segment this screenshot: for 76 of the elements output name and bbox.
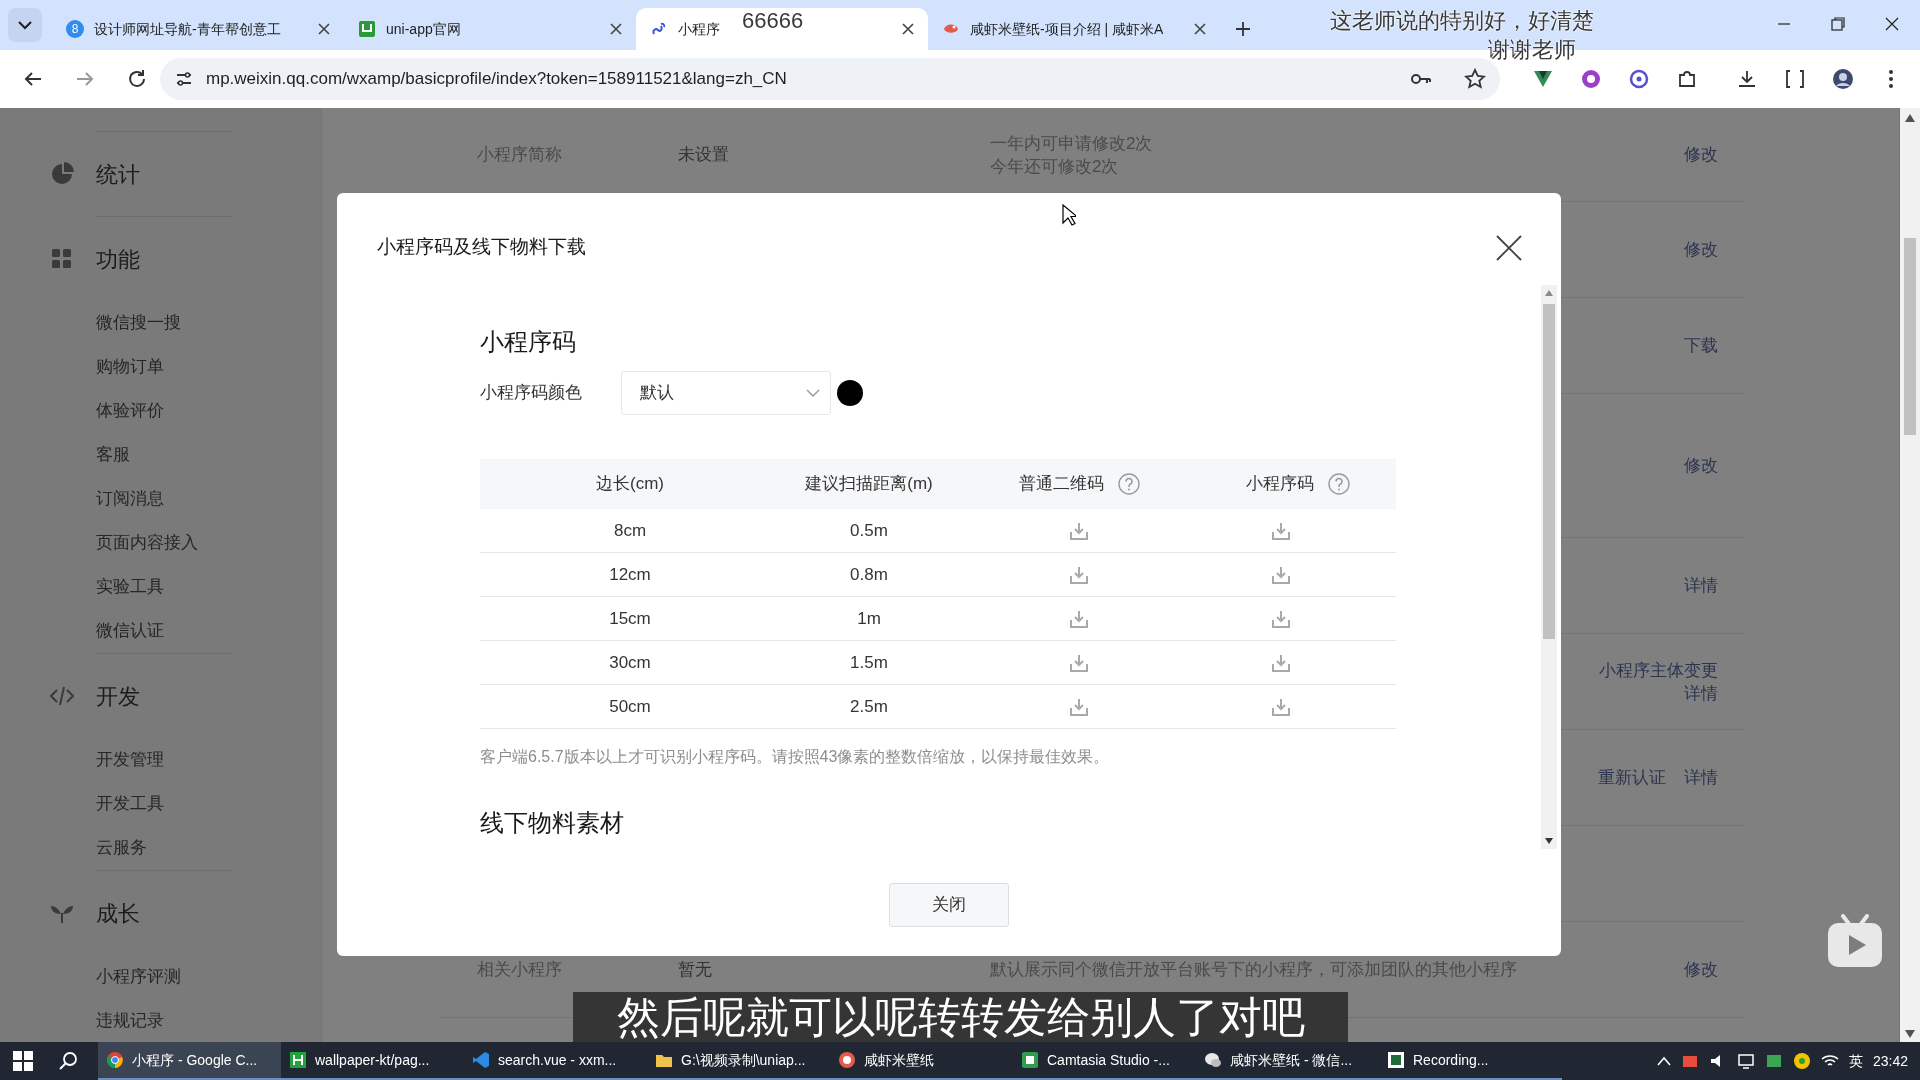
action-link[interactable]: 修改 — [1684, 958, 1718, 981]
sidebar-item[interactable]: 违规记录 — [0, 999, 321, 1042]
taskbar-item[interactable]: Recording... — [1379, 1042, 1562, 1080]
sidebar-item[interactable]: 云服务 — [0, 826, 321, 870]
table-cell-text: 15cm — [609, 607, 651, 630]
table-cell-text: 1.5m — [850, 651, 888, 674]
taskbar-label: Recording... — [1413, 1050, 1489, 1070]
action-link[interactable]: 修改 — [1684, 238, 1718, 261]
table-cell-text: 50cm — [609, 695, 651, 718]
action-link[interactable]: 详情 — [1684, 681, 1718, 705]
browser-tab[interactable]: 8 设计师网址导航-青年帮创意工 — [52, 8, 344, 50]
browser-tab[interactable]: uni-app官网 — [344, 8, 636, 50]
tab-title: 小程序 — [678, 19, 720, 39]
action-link[interactable]: 下载 — [1684, 334, 1718, 357]
subtitle-caption: 然后呢就可以呢转转发给别人了对吧 — [573, 992, 1348, 1042]
tab-title: 设计师网址导航-青年帮创意工 — [94, 19, 281, 39]
color-dropdown[interactable]: 默认 — [621, 371, 831, 415]
table-cell-text: 12cm — [609, 563, 651, 586]
action-link[interactable]: 修改 — [1684, 454, 1718, 477]
sidebar-heading[interactable]: 开发 — [96, 679, 140, 713]
tab-title: uni-app官网 — [386, 19, 461, 39]
action-link[interactable]: 修改 — [1684, 143, 1718, 166]
sidebar-item[interactable]: 页面内容接入 — [0, 521, 321, 565]
column-header: 边长(cm) — [596, 473, 664, 496]
section-heading: 线下物料素材 — [480, 808, 625, 838]
column-header: 小程序码 — [1246, 473, 1314, 496]
taskbar-label: search.vue - xxm... — [498, 1050, 617, 1070]
tab-title: 咸虾米壁纸-项目介绍 | 咸虾米A — [970, 19, 1164, 39]
taskbar-label: G:\视频录制\uniap... — [681, 1050, 806, 1070]
dropdown-value: 默认 — [640, 382, 674, 405]
action-link[interactable]: 重新认证 — [1598, 766, 1666, 789]
browser-tab[interactable]: 咸虾米壁纸-项目介绍 | 咸虾米A — [928, 8, 1220, 50]
dialog-title: 小程序码及线下物料下载 — [377, 235, 586, 259]
field-label: 小程序码颜色 — [480, 382, 583, 405]
sidebar-item[interactable]: 订阅消息 — [0, 477, 321, 521]
taskbar-label: 咸虾米壁纸 - 微信... — [1230, 1050, 1353, 1070]
sidebar-heading[interactable]: 统计 — [96, 157, 140, 191]
section-heading: 小程序码 — [480, 327, 577, 357]
sidebar-item[interactable]: 体验评价 — [0, 389, 321, 433]
action-link[interactable]: 详情 — [1684, 574, 1718, 597]
field-value: 暂无 — [678, 958, 713, 981]
taskbar-label: wallpaper-kt/pag... — [315, 1050, 430, 1070]
sidebar-item[interactable]: 开发管理 — [0, 738, 321, 782]
table-cell-text: 2.5m — [850, 695, 888, 718]
column-header: 建议扫描距离(m) — [805, 473, 933, 496]
table-cell-text: 30cm — [609, 651, 651, 674]
sidebar-item[interactable]: 客服 — [0, 433, 321, 477]
danmaku-comment: 谢谢老师 — [1488, 36, 1576, 64]
taskbar-item[interactable]: wallpaper-kt/pag... — [281, 1042, 464, 1080]
field-value: 未设置 — [678, 143, 730, 166]
sidebar-item[interactable]: 实验工具 — [0, 565, 321, 609]
taskbar-label: Camtasia Studio -... — [1047, 1050, 1170, 1070]
tab-favicon: 8 — [66, 20, 84, 38]
sidebar-heading[interactable]: 功能 — [96, 242, 140, 276]
input-language[interactable]: 英 — [1848, 1050, 1863, 1072]
action-link[interactable]: 详情 — [1684, 766, 1718, 789]
note-text: 客户端6.5.7版本以上才可识别小程序码。请按照43像素的整数倍缩放，以保持最佳效果。 — [480, 747, 1111, 767]
table-cell-text: 8cm — [613, 519, 647, 542]
column-header: 普通二维码 — [1018, 473, 1104, 496]
sidebar-item[interactable]: 微信认证 — [0, 609, 321, 653]
sidebar-item[interactable]: 微信搜一搜 — [0, 301, 321, 345]
close-button[interactable]: 关闭 — [889, 883, 1009, 927]
taskbar-label: 小程序 - Google C... — [132, 1050, 258, 1070]
taskbar-item[interactable]: 小程序 - Google C... — [98, 1042, 281, 1080]
table-cell-text: 1m — [857, 607, 881, 630]
table-cell-text: 0.5m — [850, 519, 888, 542]
sidebar-item[interactable]: 开发工具 — [0, 782, 321, 826]
taskbar-label: 咸虾米壁纸 — [864, 1050, 934, 1070]
clock-time[interactable]: 23:42 — [1872, 1050, 1908, 1072]
danmaku-comment: 这老师说的特别好，好清楚 — [1330, 7, 1594, 35]
sidebar-item[interactable]: 购物订单 — [0, 345, 321, 389]
table-cell-text: 0.8m — [850, 563, 888, 586]
action-link[interactable]: 小程序主体变更 — [1599, 658, 1718, 682]
sidebar-item[interactable]: 小程序评测 — [0, 955, 321, 999]
sidebar-heading[interactable]: 成长 — [96, 896, 140, 930]
danmaku-comment: 66666 — [742, 7, 804, 35]
